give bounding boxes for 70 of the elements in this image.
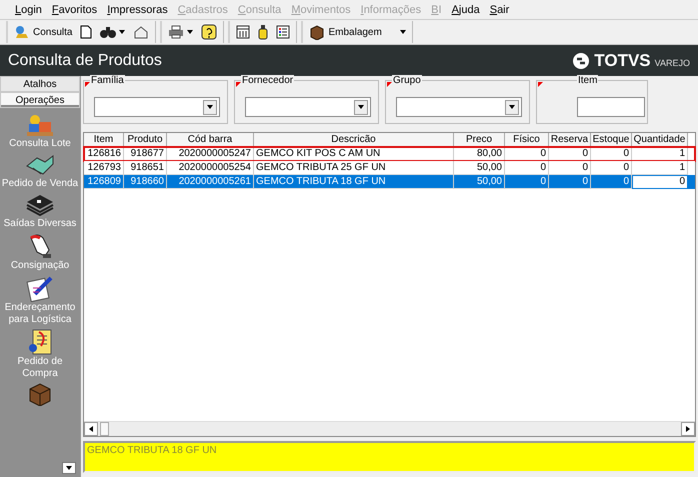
column-header[interactable]: Item <box>84 133 124 147</box>
left-arrow-icon <box>89 426 93 432</box>
column-header[interactable]: Quantidade <box>632 133 688 147</box>
caret-icon <box>400 30 406 34</box>
filter-label: Grupo <box>392 75 422 86</box>
document-icon <box>80 25 92 39</box>
table-row[interactable]: 126809 918660 2020000005261 GEMCO TRIBUTA 18 GF UN 50,00 0 0 0 0 <box>84 175 695 189</box>
consulta-button[interactable]: Consulta <box>12 22 74 42</box>
logo-icon <box>572 52 590 70</box>
caret-icon <box>187 30 194 34</box>
sidebar-tab[interactable]: Atalhos <box>0 76 80 92</box>
quantity-input[interactable]: 0 <box>632 175 688 189</box>
menu-item[interactable]: Favoritos <box>46 4 102 16</box>
help-icon <box>201 24 218 40</box>
sidebar-tab[interactable]: Operações <box>0 92 80 108</box>
filter-label: Família <box>90 75 125 86</box>
caret-icon <box>119 30 126 34</box>
house-icon <box>133 25 150 39</box>
table-cell: 50,00 <box>454 175 505 189</box>
table-cell: 0 <box>549 175 591 189</box>
calendar-icon <box>236 25 250 39</box>
dropdown-field[interactable] <box>94 97 220 117</box>
box-icon <box>27 382 53 406</box>
scroll-right-button[interactable] <box>681 422 695 436</box>
column-header[interactable]: Estoque <box>591 133 632 147</box>
stack-icon <box>25 192 55 218</box>
filter-label: Fornecedor <box>241 75 294 86</box>
caret-icon <box>509 105 515 109</box>
menu-item[interactable]: Sair <box>484 4 514 16</box>
menu-item[interactable]: Ajuda <box>446 4 485 16</box>
column-header[interactable]: Preco <box>454 133 505 147</box>
bottle-icon <box>258 24 268 40</box>
embalagem-button[interactable]: Embalagem <box>307 22 408 42</box>
table-cell: 2020000005261 <box>167 175 254 189</box>
input-field[interactable] <box>577 97 645 117</box>
table-cell: 126809 <box>84 175 124 189</box>
scroll-down-button[interactable] <box>62 462 76 474</box>
menu-item[interactable]: Login <box>10 4 47 16</box>
filter-label: Item <box>577 75 598 86</box>
boxes-icon <box>25 112 55 138</box>
table-cell: 918660 <box>124 175 167 189</box>
caret-icon <box>358 105 364 109</box>
column-header[interactable]: Produto <box>124 133 167 147</box>
brand-subtitle: VAREJO <box>654 56 690 68</box>
bottle-button[interactable] <box>256 22 270 42</box>
scroll-left-button[interactable] <box>84 422 98 436</box>
box-icon <box>309 24 326 40</box>
menu-item[interactable]: Impressoras <box>102 4 173 16</box>
printer-icon <box>168 25 184 39</box>
description-display: GEMCO TRIBUTA 18 GF UN <box>83 441 696 473</box>
column-header[interactable]: Descricão <box>254 133 454 147</box>
caret-icon <box>66 466 72 470</box>
scroll-thumb[interactable] <box>100 422 109 436</box>
dropdown-field[interactable] <box>396 97 522 117</box>
page-title: Consulta de Produtos <box>8 52 162 70</box>
table-cell: 0 <box>505 175 549 189</box>
column-header[interactable]: Cód barra <box>167 133 254 147</box>
table-cell: GEMCO TRIBUTA 18 GF UN <box>254 175 454 189</box>
binoculars-icon <box>100 25 116 39</box>
caret-icon <box>207 105 213 109</box>
document-pen-icon <box>25 274 55 302</box>
required-marker <box>538 82 543 87</box>
brand-name: TOTVS <box>594 50 651 70</box>
table-row[interactable]: 126816 918677 2020000005247 GEMCO KIT POS C AM UN 80,00 0 0 0 1 <box>84 147 695 161</box>
column-header[interactable]: Reserva <box>549 133 591 147</box>
right-arrow-icon <box>686 426 690 432</box>
column-header[interactable]: Físico <box>505 133 549 147</box>
help-button[interactable] <box>199 22 220 42</box>
dropdown-field[interactable] <box>245 97 371 117</box>
list-icon <box>276 25 290 39</box>
